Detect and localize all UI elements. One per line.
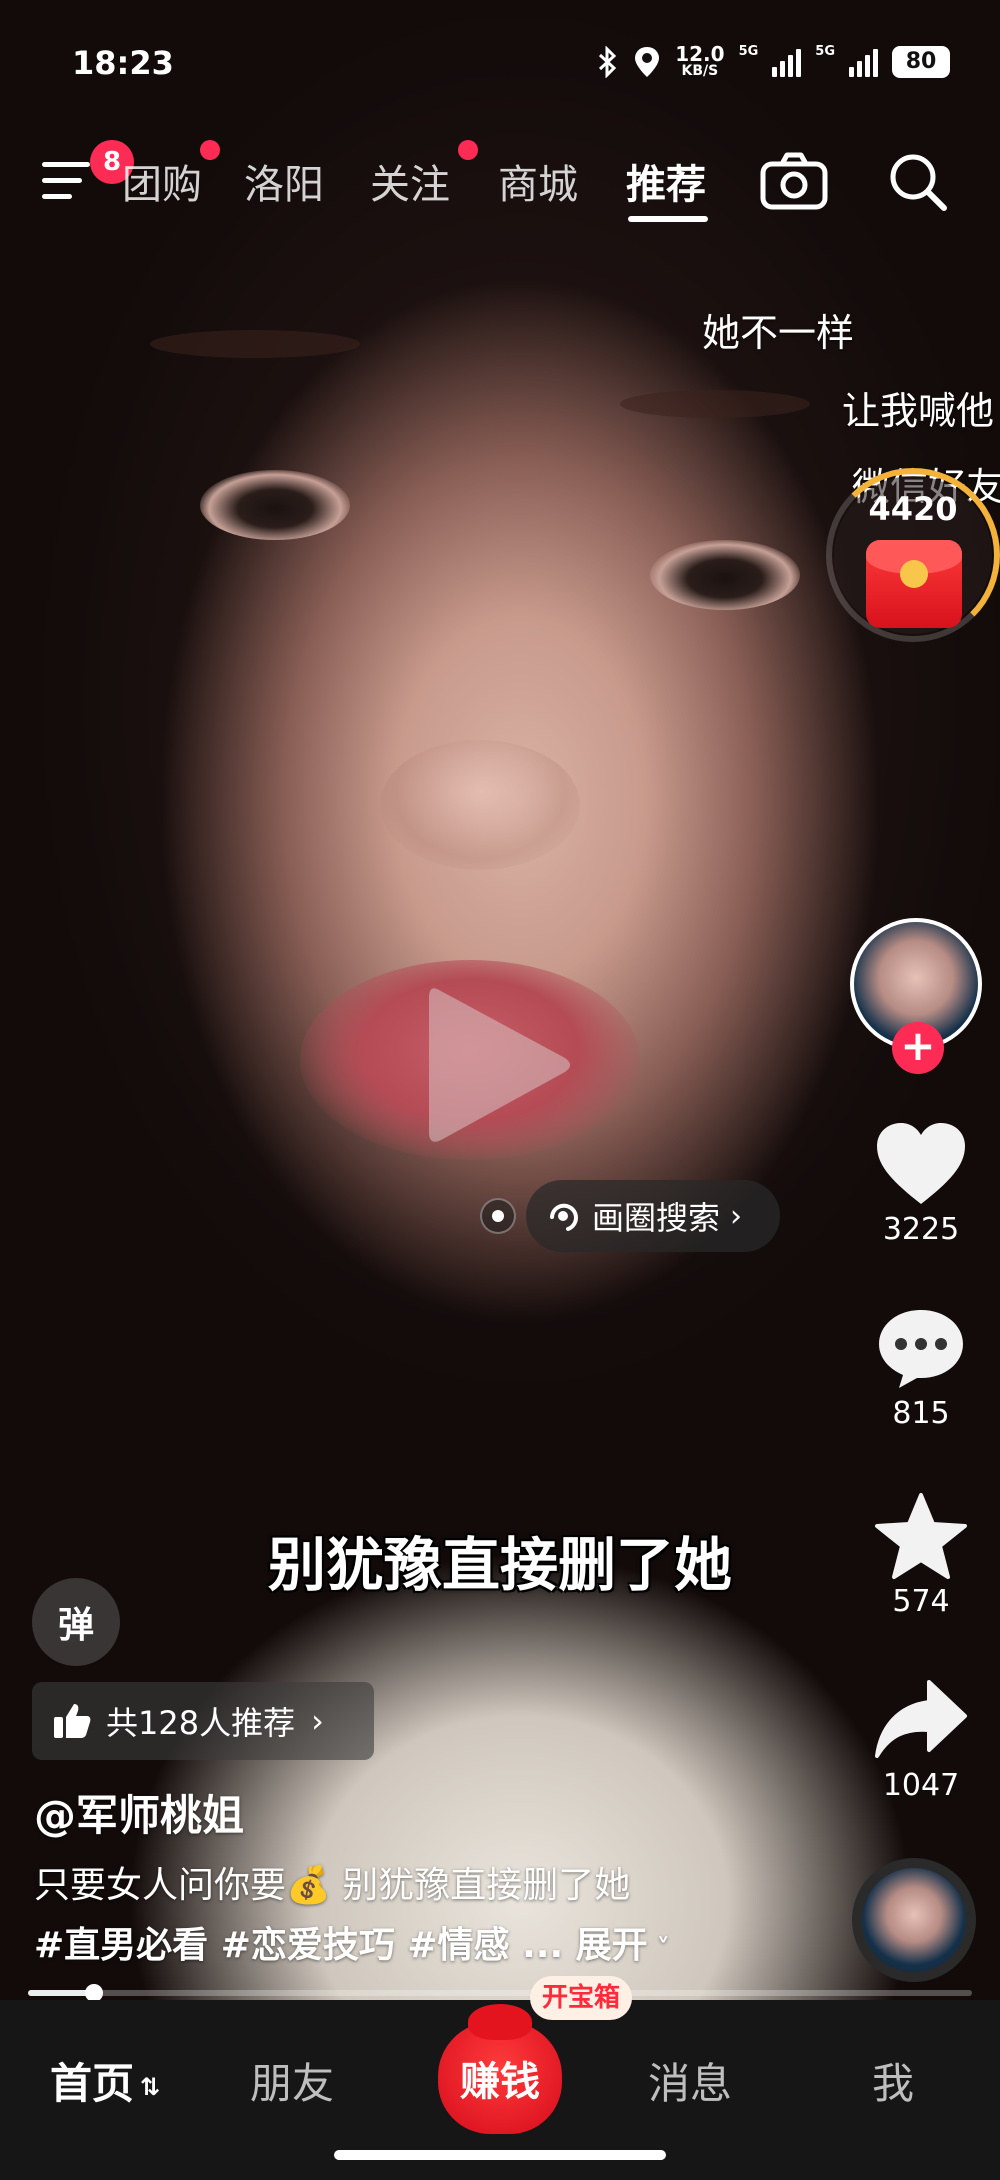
- circle-search-label: 画圈搜索: [592, 1199, 721, 1237]
- network-label-2: 5G: [815, 44, 835, 59]
- screen: 18:23 12.0 KB/S 5G 5G 80 8 团购 洛阳 关注 商城 推…: [0, 0, 1000, 2180]
- heart-icon: [877, 1123, 965, 1204]
- status-time: 18:23: [72, 44, 174, 82]
- nav-friends[interactable]: 朋友: [250, 2050, 334, 2111]
- menu-button[interactable]: [42, 158, 94, 202]
- money-bag-icon: 💰: [286, 1865, 331, 1906]
- recommend-label: 共128人推荐: [106, 1704, 296, 1742]
- menu-icon-line: [42, 178, 82, 183]
- network-speed-value: 12.0: [675, 42, 725, 66]
- nav-me[interactable]: 我: [872, 2050, 914, 2111]
- tab-mall[interactable]: 商城: [498, 152, 578, 210]
- chevron-down-icon: ˅: [647, 1934, 670, 1964]
- signal-strength-2-icon: [849, 47, 878, 77]
- network-speed-unit: KB/S: [681, 63, 719, 79]
- video-subtitle: 别犹豫直接删了她: [267, 1531, 732, 1599]
- tab-luoyang[interactable]: 洛阳: [244, 152, 324, 210]
- search-icon[interactable]: [886, 150, 950, 214]
- nav-home-label: 首页: [50, 2059, 135, 2108]
- open-chest-tag[interactable]: 开宝箱: [530, 1976, 633, 2020]
- network-speed: 12.0 KB/S: [675, 44, 724, 79]
- network-label-1: 5G: [738, 44, 759, 59]
- danmu-comment: 她不一样: [702, 311, 855, 355]
- comment-count: 815: [892, 1396, 950, 1431]
- tab-group-buy[interactable]: 团购: [122, 152, 202, 210]
- active-tab-indicator: [628, 216, 708, 222]
- video-tags[interactable]: #直男必看 #恋爱技巧 #情感 ... 展开 ˅: [34, 1916, 670, 1968]
- tab-group-buy-dot: [200, 140, 220, 160]
- red-envelope-icon: [866, 540, 962, 628]
- video-frame-detail: [200, 470, 350, 540]
- top-nav: 8 团购 洛阳 关注 商城 推荐: [0, 140, 1000, 222]
- nav-earn-label: 赚钱: [460, 2059, 540, 2105]
- refresh-icon: ⇅: [140, 2072, 161, 2101]
- location-icon: [635, 46, 660, 77]
- signal-strength-1-icon: [772, 47, 802, 77]
- circle-search-dot[interactable]: [480, 1198, 516, 1234]
- red-packet-count: 4420: [868, 490, 958, 528]
- danmaku-toggle-button[interactable]: 弹: [32, 1578, 120, 1666]
- thumbs-up-icon: [54, 1704, 91, 1738]
- camera-icon[interactable]: [760, 152, 828, 210]
- status-bar: 18:23 12.0 KB/S 5G 5G 80: [0, 0, 1000, 130]
- video-frame-detail: [650, 540, 800, 610]
- video-frame-detail: [150, 330, 360, 358]
- follow-button[interactable]: +: [892, 1022, 944, 1074]
- description-text: 只要女人问你要: [34, 1865, 287, 1906]
- expand-button[interactable]: 展开: [576, 1925, 648, 1966]
- tab-recommend[interactable]: 推荐: [626, 152, 706, 210]
- danmu-comment: 让我喊他: [842, 389, 995, 433]
- hashtags[interactable]: #直男必看 #恋爱技巧 #情感 ...: [34, 1925, 563, 1966]
- like-action[interactable]: 3225: [858, 1120, 984, 1247]
- share-action[interactable]: 1047: [858, 1676, 984, 1803]
- share-count: 1047: [882, 1768, 960, 1803]
- nav-messages[interactable]: 消息: [648, 2050, 732, 2111]
- description-text: 别犹豫直接删了她: [330, 1865, 631, 1906]
- home-indicator[interactable]: [334, 2150, 666, 2160]
- tab-following-dot: [458, 140, 478, 160]
- video-frame-detail: [620, 390, 810, 418]
- menu-icon-line: [42, 194, 72, 199]
- hand-circle-icon: [550, 1203, 578, 1231]
- bluetooth-icon: [599, 45, 617, 78]
- video-frame-detail: [380, 740, 580, 870]
- play-icon[interactable]: [425, 980, 575, 1150]
- author-name[interactable]: @军师桃姐: [34, 1782, 244, 1843]
- chevron-right-icon: ›: [311, 1702, 324, 1740]
- video-description: 只要女人问你要💰 别犹豫直接删了她: [34, 1856, 630, 1908]
- nav-home[interactable]: 首页 ⇅: [50, 2050, 160, 2111]
- comment-action[interactable]: 815: [858, 1306, 984, 1431]
- circle-search-button[interactable]: 画圈搜索 ›: [526, 1180, 780, 1252]
- music-disc-icon[interactable]: [852, 1858, 976, 1982]
- chevron-right-icon: ›: [730, 1198, 743, 1234]
- battery-indicator: 80: [892, 45, 950, 78]
- menu-icon-line: [42, 162, 90, 167]
- author-avatar-container: +: [850, 918, 982, 1074]
- video-progress-bar[interactable]: [28, 1984, 972, 2002]
- like-count: 3225: [882, 1212, 960, 1247]
- status-icons: 12.0 KB/S 5G 5G 80: [597, 44, 950, 79]
- recommend-pill[interactable]: 共128人推荐 ›: [32, 1682, 374, 1760]
- comment-icon: [879, 1310, 963, 1388]
- tab-following[interactable]: 关注: [370, 152, 450, 210]
- share-icon: [875, 1680, 967, 1758]
- nav-earn-button[interactable]: 赚钱: [438, 2004, 562, 2134]
